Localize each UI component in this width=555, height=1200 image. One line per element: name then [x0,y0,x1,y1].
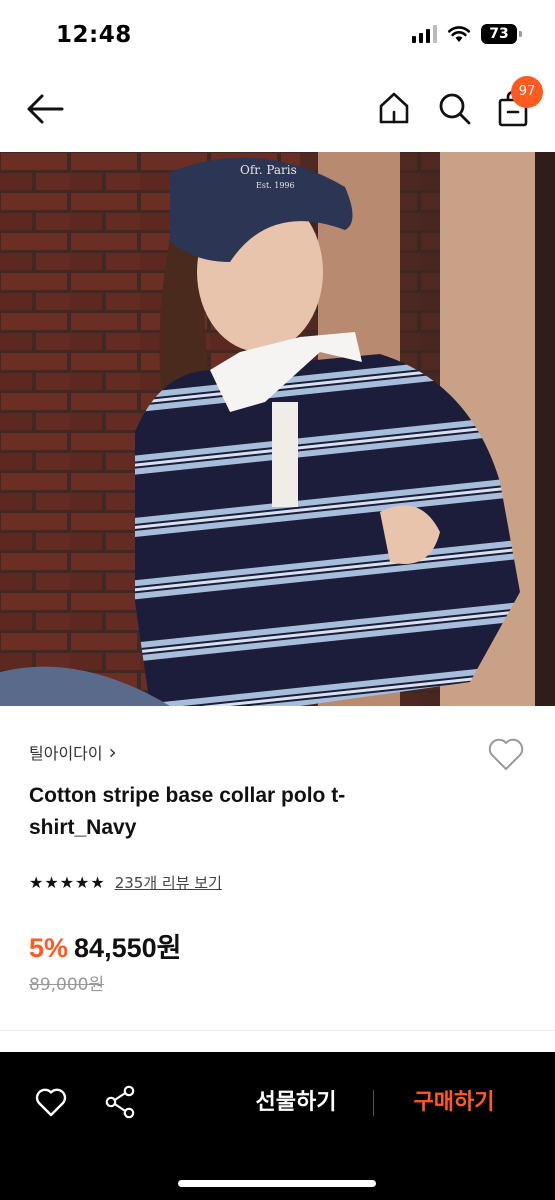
sale-price: 84,550원 [74,933,182,963]
rating-row: ★ ★ ★ ★ ★ 235개 리뷰 보기 [29,872,222,893]
product-image[interactable]: Ofr. Paris Est. 1996 [0,152,555,706]
battery-icon: 73 [481,24,522,44]
cap-logo-subtext: Est. 1996 [256,181,295,190]
cart-count-badge: 97 [511,76,543,108]
home-icon[interactable] [376,90,412,126]
review-link[interactable]: 235개 리뷰 보기 [115,872,222,893]
buy-button[interactable]: 구매하기 [396,1084,512,1122]
cap-logo-text: Ofr. Paris [240,163,297,177]
bottom-action-bar: 선물하기 구매하기 [0,1052,555,1200]
wifi-icon [447,26,471,42]
share-icon[interactable] [104,1085,136,1119]
price-row: 5% 84,550원 [29,926,181,965]
status-bar: 12:48 73 [0,0,555,70]
status-time: 12:48 [56,22,132,48]
back-arrow-icon[interactable] [24,92,66,126]
brand-link[interactable]: 틸아이다이 › [29,740,117,764]
nav-bar [0,70,555,152]
original-price: 89,000원 [29,975,105,995]
star-icon: ★ [44,872,59,892]
home-indicator[interactable] [178,1180,376,1187]
product-title: Cotton stripe base collar polo t-shirt_N… [29,784,346,839]
star-icon: ★ [90,872,105,892]
chevron-right-icon: › [108,740,117,764]
product-photo: Ofr. Paris Est. 1996 [0,152,555,706]
search-icon[interactable] [436,90,472,126]
status-icons: 73 [412,24,522,44]
star-icon: ★ [29,872,44,892]
signal-icon [412,25,437,43]
heart-icon[interactable] [34,1086,68,1118]
star-icon: ★ [75,872,90,892]
star-rating: ★ ★ ★ ★ ★ [29,873,105,893]
heart-icon[interactable] [486,736,526,772]
discount-rate: 5% [29,933,69,963]
brand-name: 틸아이다이 [29,744,103,763]
divider [373,1090,374,1116]
divider [0,1030,555,1031]
gift-button[interactable]: 선물하기 [236,1084,356,1122]
star-icon: ★ [59,872,75,892]
